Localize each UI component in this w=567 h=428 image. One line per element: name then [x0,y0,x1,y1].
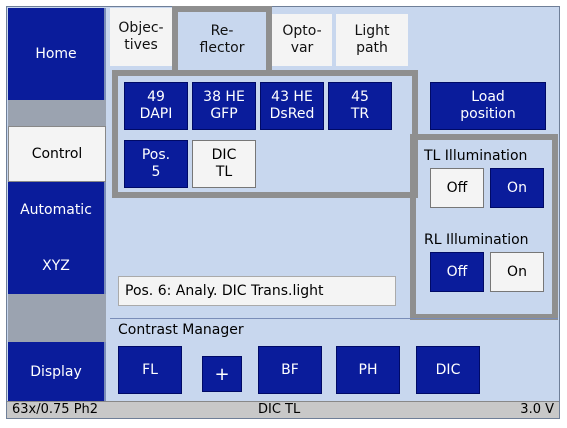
rl-illumination-off-button[interactable]: Off [430,252,484,292]
reflector-5-line1: Pos. [141,147,171,163]
reflector-5-line2: 5 [151,164,161,180]
rl-on-label: On [507,263,527,280]
tab-objectives[interactable]: Objec- tives [110,8,172,66]
tl-illumination-label: TL Illumination [424,148,528,164]
reflector-4-line2: TR [350,106,370,122]
tab-objectives-line1: Objec- [118,20,164,36]
nav-xyz-button[interactable]: XYZ [8,238,106,294]
load-position-button[interactable]: Load position [430,82,546,130]
reflector-2-line2: GFP [210,106,238,122]
tl-illumination-off-button[interactable]: Off [430,168,484,208]
tl-on-label: On [507,179,527,196]
nav-spacer [8,100,106,126]
tab-light-path-line1: Light [354,23,390,39]
contrast-add-button[interactable]: + [202,356,242,392]
nav-home-label: Home [35,46,77,62]
contrast-bf-button[interactable]: BF [258,346,322,394]
reflector-38he-gfp-button[interactable]: 38 HE GFP [192,82,256,130]
reflector-49-dapi-button[interactable]: 49 DAPI [124,82,188,130]
tab-light-path-line2: path [356,40,388,56]
rl-illumination-on-button[interactable]: On [490,252,544,292]
tab-light-path[interactable]: Light path [336,14,408,66]
tab-objectives-line2: tives [124,37,158,53]
reflector-pos5-button[interactable]: Pos. 5 [124,140,188,188]
contrast-manager-title: Contrast Manager [118,322,244,338]
tab-optovar[interactable]: Opto- var [272,14,332,66]
reflector-1-line2: DAPI [139,106,173,122]
rl-illumination-label: RL Illumination [424,232,529,248]
rl-off-label: Off [446,263,468,280]
contrast-dic-button[interactable]: DIC [416,346,480,394]
plus-icon: + [214,363,230,385]
nav-spacer-2 [8,294,106,342]
reflector-2-line1: 38 HE [203,89,245,105]
contrast-ph-button[interactable]: PH [336,346,400,394]
status-mode: DIC TL [258,402,301,417]
nav-automatic-button[interactable]: Automatic [8,182,106,238]
position-info-field: Pos. 6: Analy. DIC Trans.light [118,276,396,306]
contrast-manager-divider [110,318,558,319]
reflector-1-line1: 49 [147,89,165,105]
reflector-43he-dsred-button[interactable]: 43 HE DsRed [260,82,324,130]
position-info-text: Pos. 6: Analy. DIC Trans.light [125,283,324,299]
load-position-line1: Load [471,89,505,105]
tl-illumination-on-button[interactable]: On [490,168,544,208]
reflector-3-line1: 43 HE [271,89,313,105]
nav-home-button[interactable]: Home [8,8,106,100]
tab-bar-filler [410,8,558,66]
contrast-dic-label: DIC [435,361,461,378]
status-objective: 63x/0.75 Ph2 [12,402,99,417]
reflector-3-line2: DsRed [269,106,315,122]
contrast-fl-button[interactable]: FL [118,346,182,394]
contrast-ph-label: PH [358,361,378,378]
tab-optovar-line2: var [290,40,314,56]
reflector-45-tr-button[interactable]: 45 TR [328,82,392,130]
nav-display-button[interactable]: Display [8,342,106,402]
nav-xyz-label: XYZ [42,258,70,274]
nav-display-label: Display [30,364,82,380]
reflector-6-line2: TL [215,164,233,180]
contrast-bf-label: BF [281,361,299,378]
reflector-4-line1: 45 [351,89,369,105]
nav-control-label: Control [31,146,83,162]
reflector-6-line1: DIC [211,147,237,163]
reflector-dic-tl-button[interactable]: DIC TL [192,140,256,188]
tab-reflector-highlight [172,6,272,70]
nav-control-button[interactable]: Control [8,126,106,182]
tl-off-label: Off [446,179,468,196]
load-position-line2: position [460,106,516,122]
contrast-fl-label: FL [142,361,158,378]
nav-automatic-label: Automatic [20,202,92,218]
status-voltage: 3.0 V [520,402,554,417]
tab-optovar-line1: Opto- [282,23,322,39]
